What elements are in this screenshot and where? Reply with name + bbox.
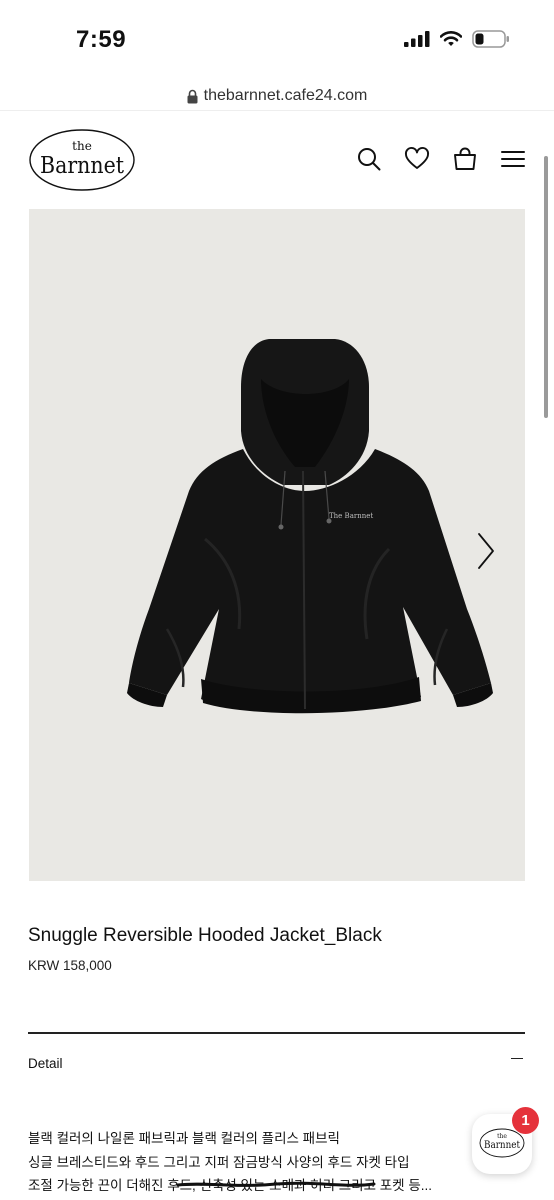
jacket-logo-text: The Barnnet: [329, 512, 373, 520]
svg-text:the: the: [72, 139, 92, 153]
heart-icon[interactable]: [404, 146, 430, 172]
description-line: 블랙 컬러의 나일론 패브릭과 블랙 컬러의 플리스 패브릭: [28, 1131, 340, 1146]
lock-icon: [187, 89, 198, 103]
search-icon[interactable]: [356, 146, 382, 172]
jacket-image: The Barnnet: [127, 339, 493, 714]
svg-text:Barnnet: Barnnet: [40, 153, 125, 179]
header-icons: [356, 146, 526, 172]
svg-text:Barnnet: Barnnet: [484, 1140, 520, 1151]
battery-icon: [472, 30, 509, 48]
scrollbar[interactable]: [544, 156, 548, 418]
address-bar[interactable]: thebarnnet.cafe24.com: [0, 82, 554, 110]
wifi-icon: [440, 31, 462, 46]
product-name: Snuggle Reversible Hooded Jacket_Black: [28, 925, 382, 946]
bag-icon[interactable]: [452, 146, 478, 172]
minus-icon[interactable]: [511, 1058, 523, 1059]
detail-label: Detail: [28, 1056, 63, 1071]
description-line: 싱글 브레스티드와 후드 그리고 지퍼 잠금방식 사양의 후드 자켓 타입: [28, 1154, 410, 1170]
divider: [0, 110, 554, 111]
divider: [28, 1032, 525, 1034]
status-time: 7:59: [76, 26, 127, 53]
product-price: KRW 158,000: [28, 958, 112, 973]
scribble-mark: [176, 1181, 376, 1187]
signal-icon: [404, 31, 430, 47]
svg-text:the: the: [497, 1133, 507, 1140]
site-header: the Barnnet: [0, 124, 554, 196]
status-icons: [404, 30, 510, 48]
notification-badge: 1: [512, 1107, 539, 1134]
chevron-right-icon[interactable]: [476, 531, 496, 571]
detail-accordion-header[interactable]: Detail: [28, 1054, 525, 1074]
url-text: thebarnnet.cafe24.com: [203, 87, 368, 104]
product-image[interactable]: The Barnnet: [29, 209, 525, 881]
status-bar: 7:59: [0, 0, 554, 80]
menu-icon[interactable]: [500, 146, 526, 172]
barnnet-logo[interactable]: the Barnnet: [28, 128, 136, 192]
